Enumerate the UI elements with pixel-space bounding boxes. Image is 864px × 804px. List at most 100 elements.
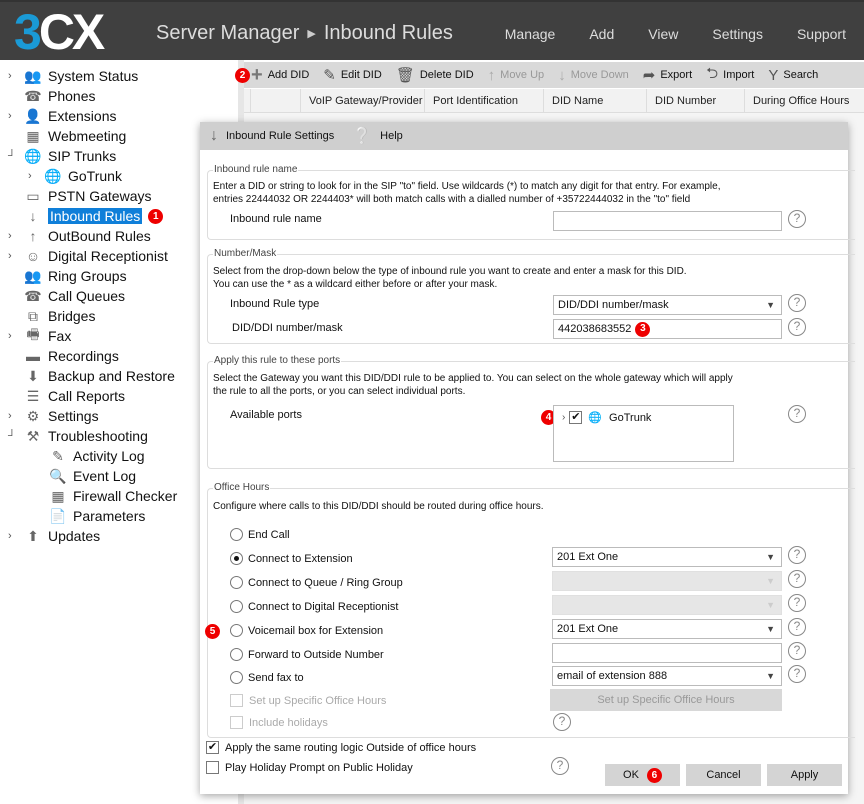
port-tree-item[interactable]: › ✔ 🌐 GoTrunk <box>562 411 733 424</box>
queue-ring-group-select[interactable] <box>552 571 782 591</box>
sidebar-item-extensions[interactable]: › 👤 Extensions <box>8 106 116 126</box>
outside-number-input[interactable] <box>552 643 782 663</box>
expand-arrow-icon[interactable]: › <box>8 330 18 342</box>
setup-specific-hours-button[interactable]: Set up Specific Office Hours <box>550 689 782 711</box>
holiday-prompt-option[interactable]: Play Holiday Prompt on Public Holiday <box>206 761 413 774</box>
sidebar-item-sip-trunks[interactable]: ┘ 🌐 SIP Trunks <box>8 146 116 166</box>
sidebar-item-inbound-rules[interactable]: ↓ Inbound Rules 1 <box>8 206 164 226</box>
sidebar-item-system-status[interactable]: › 👥 System Status <box>8 66 138 86</box>
sidebar-item-call-queues[interactable]: ☎ Call Queues <box>8 286 125 306</box>
voicemail-radio[interactable] <box>230 624 243 637</box>
sidebar-item-outbound-rules[interactable]: › ↑ OutBound Rules <box>8 226 151 246</box>
cancel-button[interactable]: Cancel <box>686 764 761 786</box>
expand-arrow-icon[interactable]: › <box>8 250 18 262</box>
expand-arrow-icon[interactable]: › <box>8 110 18 122</box>
help-icon[interactable]: ? <box>788 594 806 612</box>
import-button[interactable]: ⮌ Import <box>706 63 754 88</box>
fax-destination-select[interactable]: email of extension 888 <box>552 666 782 686</box>
help-icon[interactable]: ? <box>788 210 806 228</box>
expand-arrow-icon[interactable]: › <box>8 230 18 242</box>
extension-select[interactable]: 201 Ext One <box>552 547 782 567</box>
search-button[interactable]: Y Search <box>768 67 818 84</box>
help-icon[interactable]: ? <box>788 546 806 564</box>
column-did-number[interactable]: DID Number <box>646 89 744 112</box>
option-connect-extension[interactable]: Connect to Extension <box>230 552 353 565</box>
sidebar-item-digital-receptionist[interactable]: › ☺ Digital Receptionist <box>8 246 168 266</box>
sidebar-item-phones[interactable]: ☎ Phones <box>8 86 95 106</box>
sidebar-item-ring-groups[interactable]: 👥 Ring Groups <box>8 266 126 286</box>
specific-office-hours-option[interactable]: Set up Specific Office Hours <box>230 694 386 707</box>
help-icon[interactable]: ? <box>788 405 806 423</box>
ok-button[interactable]: OK 6 <box>605 764 680 786</box>
help-icon[interactable]: ? <box>551 757 569 775</box>
sidebar-item-gotrunk[interactable]: › 🌐 GoTrunk <box>28 166 122 186</box>
apply-same-logic-option[interactable]: ✔ Apply the same routing logic Outside of… <box>206 741 476 754</box>
sidebar-item-settings[interactable]: › ⚙ Settings <box>8 406 99 426</box>
sidebar-item-troubleshooting[interactable]: ┘ ⚒ Troubleshooting <box>8 426 148 446</box>
help-icon[interactable]: ? <box>788 294 806 312</box>
apply-button[interactable]: Apply <box>767 764 842 786</box>
delete-did-button[interactable]: 🗑 Delete DID <box>396 66 474 84</box>
column-did-name[interactable]: DID Name <box>543 89 646 112</box>
expand-arrow-icon[interactable]: › <box>562 412 565 423</box>
menu-support[interactable]: Support <box>797 26 846 42</box>
connect-extension-radio[interactable] <box>230 552 243 565</box>
collapse-icon[interactable]: ┘ <box>8 150 18 162</box>
help-icon[interactable]: ? <box>788 618 806 636</box>
sidebar-item-recordings[interactable]: ▬ Recordings <box>8 346 119 366</box>
menu-manage[interactable]: Manage <box>505 26 556 42</box>
option-send-fax[interactable]: Send fax to <box>230 671 304 684</box>
end-call-radio[interactable] <box>230 528 243 541</box>
help-icon[interactable]: ? <box>788 665 806 683</box>
help-icon[interactable]: ? <box>788 318 806 336</box>
menu-settings[interactable]: Settings <box>712 26 763 42</box>
option-end-call[interactable]: End Call <box>230 528 290 541</box>
inbound-rule-name-input[interactable] <box>553 211 782 231</box>
sidebar-item-updates[interactable]: › ⬆ Updates <box>8 526 100 546</box>
apply-same-logic-checkbox[interactable]: ✔ <box>206 741 219 754</box>
3cx-logo[interactable]: 3 CX <box>14 4 105 60</box>
specific-office-hours-checkbox[interactable] <box>230 694 243 707</box>
sidebar-item-firewall-checker[interactable]: ▦ Firewall Checker <box>33 486 177 506</box>
sidebar-item-pstn-gateways[interactable]: ▭ PSTN Gateways <box>8 186 151 206</box>
sidebar-item-bridges[interactable]: ⧉ Bridges <box>8 306 95 326</box>
include-holidays-checkbox[interactable] <box>230 716 243 729</box>
tab-help[interactable]: Help <box>380 130 403 142</box>
sidebar-item-activity-log[interactable]: ✎ Activity Log <box>33 446 144 466</box>
grid-select-column[interactable] <box>250 89 300 112</box>
move-up-button[interactable]: ↑ Move Up <box>488 67 545 84</box>
did-mask-input[interactable]: 442038683552 3 <box>553 319 782 339</box>
digital-receptionist-select[interactable] <box>552 595 782 615</box>
column-voip-gateway[interactable]: VoIP Gateway/Provider <box>300 89 424 112</box>
sidebar-item-webmeeting[interactable]: ▦ Webmeeting <box>8 126 126 146</box>
help-icon[interactable]: ? <box>553 713 571 731</box>
export-button[interactable]: ➦ Export <box>643 66 692 84</box>
sidebar-item-call-reports[interactable]: ☰ Call Reports <box>8 386 125 406</box>
expand-arrow-icon[interactable]: › <box>8 530 18 542</box>
gotrunk-checkbox[interactable]: ✔ <box>569 411 583 424</box>
move-down-button[interactable]: ↓ Move Down <box>558 67 629 84</box>
menu-add[interactable]: Add <box>589 26 614 42</box>
voicemail-extension-select[interactable]: 201 Ext One <box>552 619 782 639</box>
holiday-prompt-checkbox[interactable] <box>206 761 219 774</box>
menu-view[interactable]: View <box>648 26 678 42</box>
tab-inbound-rule-settings[interactable]: Inbound Rule Settings <box>226 130 334 142</box>
expand-arrow-icon[interactable]: › <box>28 170 38 182</box>
column-port-identification[interactable]: Port Identification <box>424 89 543 112</box>
expand-arrow-icon[interactable]: › <box>8 70 18 82</box>
digital-receptionist-radio[interactable] <box>230 600 243 613</box>
queue-ring-group-radio[interactable] <box>230 576 243 589</box>
option-queue-ring-group[interactable]: Connect to Queue / Ring Group <box>230 576 403 589</box>
add-did-button[interactable]: + Add DID <box>251 64 309 87</box>
option-digital-receptionist[interactable]: Connect to Digital Receptionist <box>230 600 398 613</box>
sidebar-item-fax[interactable]: › 🖷 Fax <box>8 326 71 346</box>
expand-arrow-icon[interactable]: › <box>8 410 18 422</box>
help-icon[interactable]: ? <box>788 642 806 660</box>
sidebar-item-event-log[interactable]: 🔍 Event Log <box>33 466 136 486</box>
sidebar-item-parameters[interactable]: 📄 Parameters <box>33 506 145 526</box>
edit-did-button[interactable]: ✎ Edit DID <box>323 66 382 84</box>
option-voicemail[interactable]: Voicemail box for Extension <box>230 624 383 637</box>
sidebar-item-backup-and-restore[interactable]: ⬇ Backup and Restore <box>8 366 175 386</box>
forward-outside-radio[interactable] <box>230 648 243 661</box>
help-icon[interactable]: ? <box>788 570 806 588</box>
